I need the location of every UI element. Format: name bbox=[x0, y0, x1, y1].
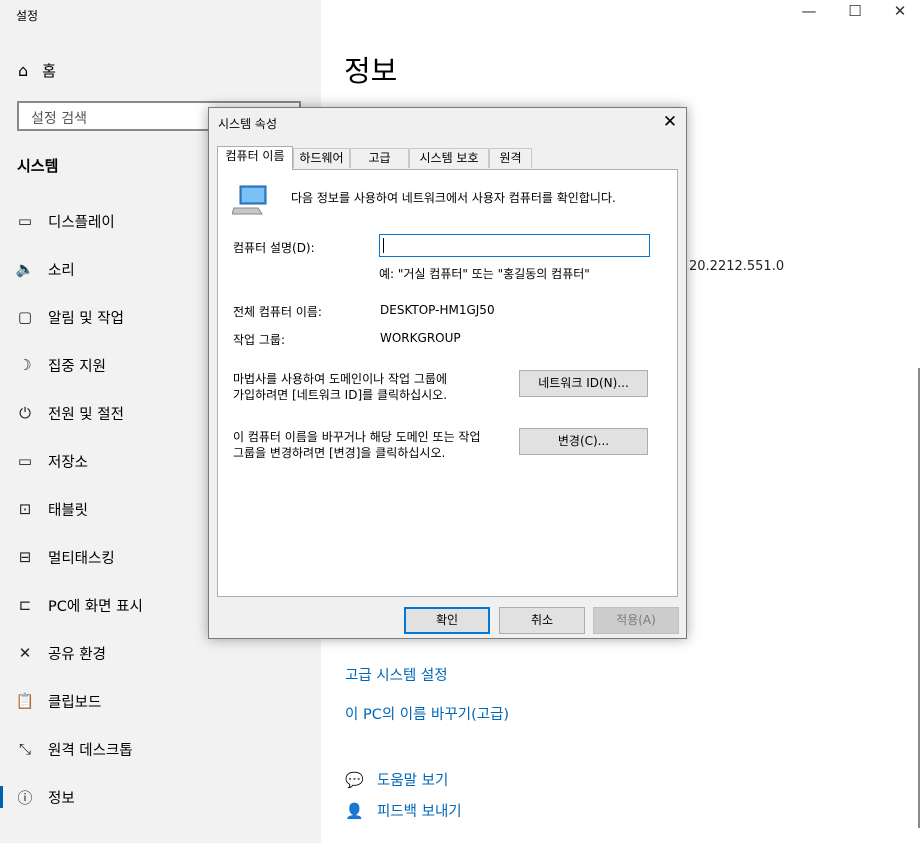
feedback-label: 피드백 보내기 bbox=[377, 804, 462, 820]
description-label: 컴퓨터 설명(D): bbox=[233, 241, 315, 255]
workgroup-value: WORKGROUP bbox=[380, 331, 461, 345]
version-text: 20.2212.551.0 bbox=[689, 259, 785, 274]
search-placeholder: 설정 검색 bbox=[31, 111, 87, 127]
help-link[interactable]: 💬 도움말 보기 bbox=[345, 769, 448, 790]
sidebar-item-label: 정보 bbox=[48, 790, 75, 807]
tab-system-protection[interactable]: 시스템 보호 bbox=[409, 148, 489, 168]
project-icon: ⊏ bbox=[18, 596, 32, 614]
network-text-line2: 가입하려면 [네트워크 ID]를 클릭하십시오. bbox=[233, 388, 448, 402]
maximize-button[interactable]: ☐ bbox=[832, 2, 878, 20]
home-label: 홈 bbox=[42, 62, 56, 80]
home-link[interactable]: ⌂ 홈 bbox=[18, 60, 56, 81]
description-hint: 예: "거실 컴퓨터" 또는 "홍길동의 컴퓨터" bbox=[379, 267, 590, 281]
apply-button[interactable]: 적용(A) bbox=[593, 607, 679, 634]
sidebar-item-label: 원격 데스크톱 bbox=[48, 742, 133, 759]
advanced-system-settings-link[interactable]: 고급 시스템 설정 bbox=[345, 664, 448, 685]
clipboard-icon: 📋 bbox=[15, 692, 35, 710]
share-icon: ✕ bbox=[18, 644, 32, 662]
change-text-line2: 그룹을 변경하려면 [변경]을 클릭하십시오. bbox=[233, 446, 446, 460]
cancel-button[interactable]: 취소 bbox=[499, 607, 585, 634]
feedback-icon: 👤 bbox=[345, 801, 364, 820]
dialog-title: 시스템 속성 bbox=[218, 117, 278, 131]
tab-remote[interactable]: 원격 bbox=[489, 148, 532, 168]
rename-pc-advanced-link[interactable]: 이 PC의 이름 바꾸기(고급) bbox=[345, 703, 509, 724]
storage-icon: ▭ bbox=[17, 452, 33, 470]
workgroup-label: 작업 그룹: bbox=[233, 333, 286, 347]
section-title: 시스템 bbox=[17, 157, 59, 175]
info-icon: ⓘ bbox=[17, 788, 33, 807]
speaker-icon: 🔈 bbox=[15, 260, 35, 278]
minimize-button[interactable]: — bbox=[786, 2, 832, 20]
sidebar-item-label: 소리 bbox=[48, 262, 75, 279]
tab-hardware[interactable]: 하드웨어 bbox=[293, 148, 350, 168]
ok-button[interactable]: 확인 bbox=[404, 607, 490, 634]
feedback-link[interactable]: 👤 피드백 보내기 bbox=[345, 800, 462, 821]
sidebar-item-label: 디스플레이 bbox=[48, 214, 115, 231]
sidebar-item-clipboard[interactable]: 📋 클립보드 bbox=[0, 677, 321, 725]
multitasking-icon: ⊟ bbox=[18, 548, 32, 566]
display-icon: ▭ bbox=[17, 212, 33, 230]
full-name-label: 전체 컴퓨터 이름: bbox=[233, 305, 322, 319]
text-caret bbox=[383, 238, 384, 253]
sidebar-item-label: 공유 환경 bbox=[48, 646, 106, 663]
sidebar-item-remote-desktop[interactable]: ⤡ 원격 데스크톱 bbox=[0, 725, 321, 773]
sidebar-item-label: 집중 지원 bbox=[48, 358, 106, 375]
computer-icon bbox=[232, 185, 267, 215]
tab-advanced[interactable]: 고급 bbox=[350, 148, 409, 168]
help-icon: 💬 bbox=[345, 770, 364, 789]
tablet-icon: ⊡ bbox=[18, 500, 32, 518]
intro-text: 다음 정보를 사용하여 네트워크에서 사용자 컴퓨터를 확인합니다. bbox=[291, 191, 616, 205]
dialog-close-button[interactable]: ✕ bbox=[654, 108, 686, 136]
scrollbar[interactable] bbox=[918, 368, 920, 828]
network-text-line1: 마법사를 사용하여 도메인이나 작업 그룹에 bbox=[233, 372, 447, 386]
sidebar-item-label: 저장소 bbox=[48, 454, 89, 471]
sidebar-item-label: 알림 및 작업 bbox=[48, 310, 124, 327]
tab-computer-name[interactable]: 컴퓨터 이름 bbox=[217, 146, 293, 170]
close-window-button[interactable]: ✕ bbox=[877, 2, 922, 20]
sidebar-item-info[interactable]: ⓘ 정보 bbox=[0, 773, 321, 821]
home-icon: ⌂ bbox=[18, 61, 29, 80]
moon-icon: ☽ bbox=[18, 356, 32, 374]
power-icon: ⏻ bbox=[19, 404, 31, 422]
sidebar-item-label: 전원 및 절전 bbox=[48, 406, 124, 423]
notification-icon: ▢ bbox=[17, 308, 33, 326]
remote-desktop-icon: ⤡ bbox=[18, 740, 31, 758]
sidebar-item-label: PC에 화면 표시 bbox=[48, 598, 143, 615]
computer-description-input[interactable] bbox=[379, 234, 650, 257]
system-properties-dialog: 시스템 속성 ✕ 컴퓨터 이름 하드웨어 고급 시스템 보호 원격 다음 정보를… bbox=[208, 107, 687, 639]
page-title: 정보 bbox=[344, 54, 398, 88]
sidebar-item-label: 클립보드 bbox=[48, 694, 102, 711]
full-name-value: DESKTOP-HM1GJ50 bbox=[380, 303, 495, 317]
change-button[interactable]: 변경(C)... bbox=[519, 428, 648, 455]
network-id-button[interactable]: 네트워크 ID(N)... bbox=[519, 370, 648, 397]
tab-panel: 다음 정보를 사용하여 네트워크에서 사용자 컴퓨터를 확인합니다. 컴퓨터 설… bbox=[217, 169, 678, 597]
sidebar-item-label: 태블릿 bbox=[48, 502, 89, 519]
change-text-line1: 이 컴퓨터 이름을 바꾸거나 해당 도메인 또는 작업 bbox=[233, 430, 481, 444]
app-title: 설정 bbox=[16, 9, 39, 23]
sidebar-item-label: 멀티태스킹 bbox=[48, 550, 115, 567]
help-label: 도움말 보기 bbox=[377, 773, 449, 789]
